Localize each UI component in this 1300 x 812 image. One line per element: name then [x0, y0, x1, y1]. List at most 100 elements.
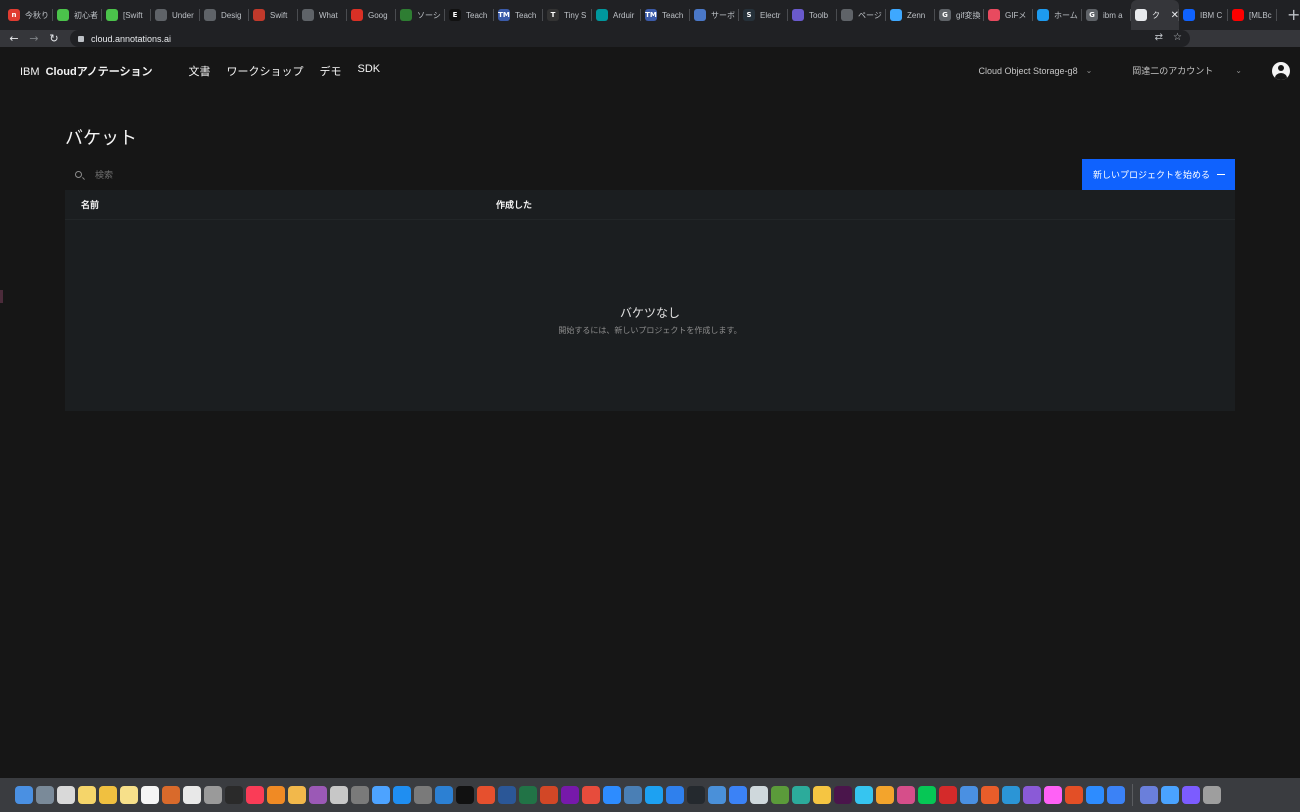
dock-app-icon[interactable]	[624, 786, 642, 804]
dock-app-icon[interactable]	[519, 786, 537, 804]
dock-app-icon[interactable]	[393, 786, 411, 804]
dock-app-icon[interactable]	[1161, 786, 1179, 804]
dock-app-icon[interactable]	[330, 786, 348, 804]
dock-app-icon[interactable]	[99, 786, 117, 804]
dock-app-icon[interactable]	[15, 786, 33, 804]
browser-tab[interactable]: ホーム	[1033, 0, 1082, 30]
dock-app-icon[interactable]	[288, 786, 306, 804]
dock-app-icon[interactable]	[498, 786, 516, 804]
dock-app-icon[interactable]	[939, 786, 957, 804]
dock-app-icon[interactable]	[372, 786, 390, 804]
nav-docs[interactable]: 文書	[181, 63, 219, 79]
dock-app-icon[interactable]	[1182, 786, 1200, 804]
column-header-created[interactable]: 作成した	[496, 198, 532, 211]
dock-app-icon[interactable]	[918, 786, 936, 804]
browser-tab[interactable]: ページ	[837, 0, 886, 30]
browser-tab[interactable]: TM Teach	[641, 0, 690, 30]
nav-demo[interactable]: デモ	[312, 63, 350, 79]
dock-app-icon[interactable]	[792, 786, 810, 804]
dock-app-icon[interactable]	[540, 786, 558, 804]
dock-app-icon[interactable]	[120, 786, 138, 804]
browser-tab[interactable]: IBM C	[1179, 0, 1228, 30]
brand[interactable]: IBM Cloudアノテーション	[20, 63, 153, 79]
dock-app-icon[interactable]	[561, 786, 579, 804]
dock-app-icon[interactable]	[708, 786, 726, 804]
user-avatar-icon[interactable]	[1272, 61, 1290, 80]
nav-workshop[interactable]: ワークショップ	[219, 63, 312, 79]
dock-app-icon[interactable]	[141, 786, 159, 804]
browser-tab[interactable]: Zenn	[886, 0, 935, 30]
dock-app-icon[interactable]	[477, 786, 495, 804]
dock-app-icon[interactable]	[351, 786, 369, 804]
browser-tab[interactable]: What	[298, 0, 347, 30]
dock-app-icon[interactable]	[162, 786, 180, 804]
bookmark-star-icon[interactable]: ☆	[1173, 32, 1182, 43]
browser-tab[interactable]: サーボ	[690, 0, 739, 30]
dock-app-icon[interactable]	[1044, 786, 1062, 804]
dock-app-icon[interactable]	[435, 786, 453, 804]
dock-app-icon[interactable]	[834, 786, 852, 804]
dock-app-icon[interactable]	[582, 786, 600, 804]
dock-app-icon[interactable]	[876, 786, 894, 804]
browser-tab[interactable]: Under	[151, 0, 200, 30]
browser-tab[interactable]: ソーシ	[396, 0, 445, 30]
dock-app-icon[interactable]	[414, 786, 432, 804]
forward-icon[interactable]: →	[24, 32, 44, 45]
back-icon[interactable]: ←	[4, 32, 24, 45]
browser-tab[interactable]: GIFメ	[984, 0, 1033, 30]
translate-icon[interactable]: ⇄	[1155, 32, 1163, 43]
browser-tab[interactable]: [MLBc	[1228, 0, 1277, 30]
browser-tab[interactable]: Ggif変換	[935, 0, 984, 30]
dock-app-icon[interactable]	[603, 786, 621, 804]
browser-tab[interactable]: 初心者	[53, 0, 102, 30]
browser-tab[interactable]: TM Teach	[494, 0, 543, 30]
dock-app-icon[interactable]	[204, 786, 222, 804]
dock-app-icon[interactable]	[897, 786, 915, 804]
account-select[interactable]: 岡達二のアカウント ⌄	[1118, 64, 1256, 77]
dock-app-icon[interactable]	[309, 786, 327, 804]
search-input[interactable]	[95, 169, 395, 180]
dock-app-icon[interactable]	[687, 786, 705, 804]
close-tab-icon[interactable]: ✕	[1171, 10, 1179, 21]
dock-app-icon[interactable]	[183, 786, 201, 804]
browser-tab[interactable]: n 今秋り	[4, 0, 53, 30]
nav-sdk[interactable]: SDK	[350, 63, 389, 79]
dock-app-icon[interactable]	[960, 786, 978, 804]
browser-tab[interactable]: Swift	[249, 0, 298, 30]
browser-tab[interactable]: Goog	[347, 0, 396, 30]
dock-app-icon[interactable]	[246, 786, 264, 804]
dock-app-icon[interactable]	[981, 786, 999, 804]
dock-app-icon[interactable]	[729, 786, 747, 804]
dock-app-icon[interactable]	[225, 786, 243, 804]
column-header-name[interactable]: 名前	[65, 198, 496, 211]
new-project-button[interactable]: 新しいプロジェクトを始める	[1082, 159, 1235, 190]
dock-app-icon[interactable]	[1107, 786, 1125, 804]
storage-select[interactable]: Cloud Object Storage-g8 ⌄	[965, 66, 1107, 76]
browser-tab[interactable]: [Swift	[102, 0, 151, 30]
dock-app-icon[interactable]	[771, 786, 789, 804]
dock-app-icon[interactable]	[57, 786, 75, 804]
browser-tab[interactable]: Desig	[200, 0, 249, 30]
browser-tab[interactable]: Toolb	[788, 0, 837, 30]
dock-app-icon[interactable]	[267, 786, 285, 804]
dock-app-icon[interactable]	[1086, 786, 1104, 804]
browser-tab[interactable]: E Teach	[445, 0, 494, 30]
reload-icon[interactable]: ↻	[44, 32, 64, 45]
dock-app-icon[interactable]	[666, 786, 684, 804]
address-bar[interactable]: cloud.annotations.ai ⇄ ☆	[70, 30, 1190, 47]
dock-app-icon[interactable]	[855, 786, 873, 804]
dock-app-icon[interactable]	[1203, 786, 1221, 804]
dock-app-icon[interactable]	[78, 786, 96, 804]
dock-app-icon[interactable]	[1065, 786, 1083, 804]
dock-app-icon[interactable]	[36, 786, 54, 804]
dock-app-icon[interactable]	[1140, 786, 1158, 804]
dock-app-icon[interactable]	[1002, 786, 1020, 804]
dock-app-icon[interactable]	[813, 786, 831, 804]
browser-tab[interactable]: Arduir	[592, 0, 641, 30]
browser-tab[interactable]: T Tiny S	[543, 0, 592, 30]
dock-app-icon[interactable]	[1023, 786, 1041, 804]
browser-tab[interactable]: S Electr	[739, 0, 788, 30]
browser-tab[interactable]: ク ✕	[1131, 0, 1179, 30]
new-tab-icon[interactable]: +	[1287, 0, 1300, 30]
dock-app-icon[interactable]	[645, 786, 663, 804]
